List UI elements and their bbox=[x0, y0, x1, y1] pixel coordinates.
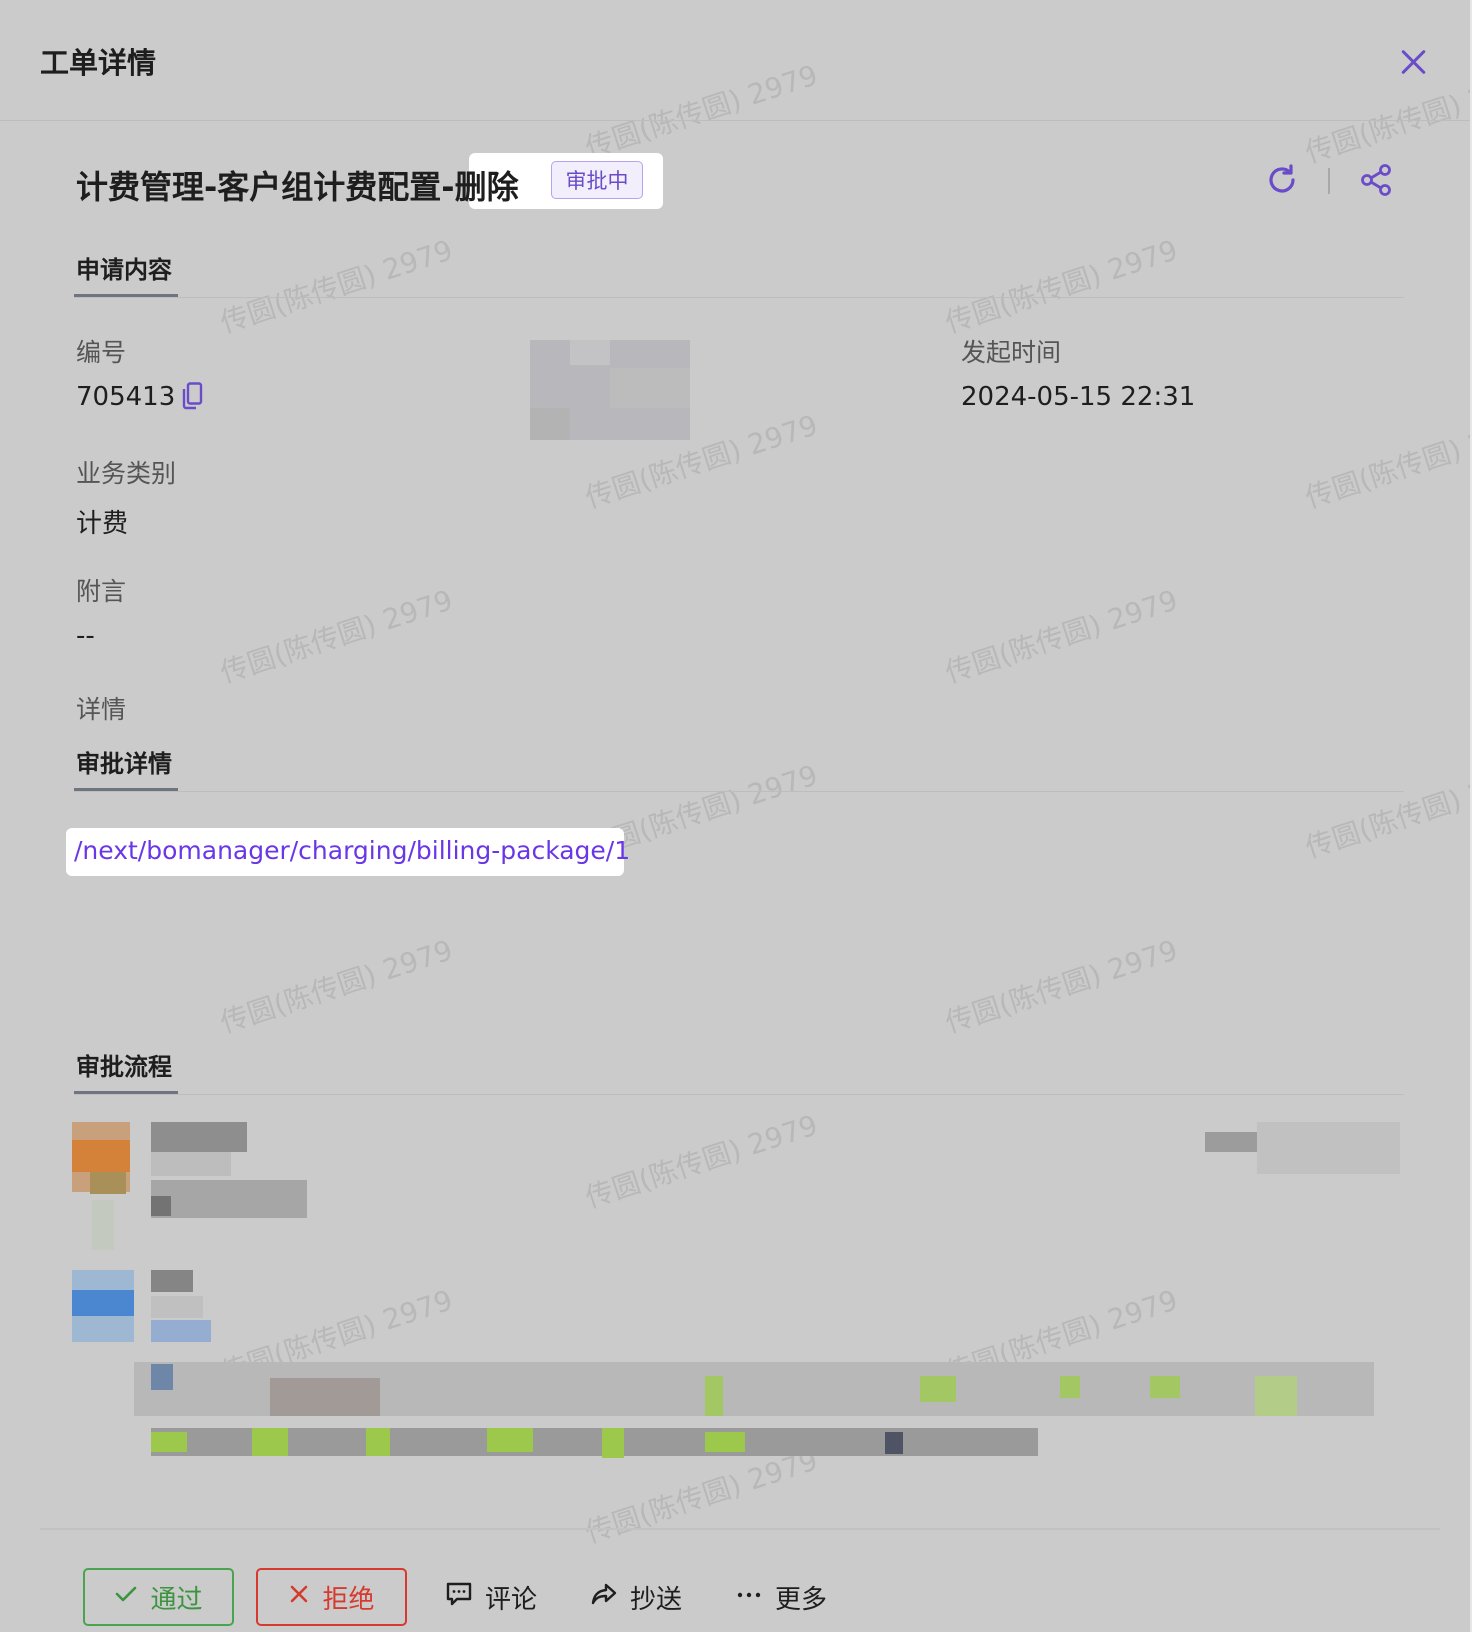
redacted-comment bbox=[920, 1376, 956, 1402]
copy-icon[interactable] bbox=[181, 382, 203, 410]
field-detail-label: 详情 bbox=[76, 695, 127, 724]
comment-label: 评论 bbox=[485, 1584, 538, 1615]
watermark: 传圆(陈传圆) 2979 bbox=[1301, 408, 1472, 515]
watermark: 传圆(陈传圆) 2979 bbox=[941, 583, 1182, 690]
divider bbox=[1328, 168, 1330, 194]
section-approval-detail-heading: 审批详情 bbox=[76, 750, 172, 778]
redacted-name bbox=[151, 1320, 211, 1342]
redacted-name bbox=[151, 1196, 171, 1216]
redacted-comment bbox=[151, 1432, 187, 1452]
cc-button[interactable]: 抄送 bbox=[590, 1568, 682, 1626]
redacted-applicant bbox=[610, 368, 690, 408]
redacted-comment bbox=[487, 1428, 533, 1452]
more-icon bbox=[735, 1581, 763, 1614]
redacted-name bbox=[151, 1296, 203, 1318]
ticket-detail-panel: 传圆(陈传圆) 2979 传圆(陈传圆) 2979 传圆(陈传圆) 2979 传… bbox=[0, 0, 1472, 1632]
forward-icon bbox=[590, 1581, 618, 1614]
share-icon[interactable] bbox=[1358, 162, 1394, 198]
field-note-label: 附言 bbox=[76, 577, 127, 606]
comment-button[interactable]: 评论 bbox=[445, 1568, 537, 1626]
reject-button[interactable]: 拒绝 bbox=[256, 1568, 407, 1626]
redacted-time bbox=[1205, 1132, 1257, 1152]
redacted-comment bbox=[1150, 1376, 1180, 1398]
redacted-comment bbox=[151, 1364, 173, 1390]
field-category-label: 业务类别 bbox=[76, 459, 177, 488]
field-id-label: 编号 bbox=[76, 338, 127, 367]
panel-title: 工单详情 bbox=[40, 46, 157, 80]
redacted-comment bbox=[1255, 1376, 1297, 1416]
watermark: 传圆(陈传圆) 2979 bbox=[941, 933, 1182, 1040]
close-icon bbox=[288, 1582, 310, 1612]
redacted-avatar bbox=[72, 1140, 130, 1172]
comment-icon bbox=[445, 1581, 473, 1614]
redacted-comment bbox=[270, 1378, 380, 1416]
check-icon bbox=[114, 1582, 138, 1613]
watermark: 传圆(陈传圆) 2979 bbox=[216, 933, 457, 1040]
field-time-label: 发起时间 bbox=[961, 338, 1062, 367]
panel-header: 工单详情 bbox=[0, 0, 1470, 121]
section-rule bbox=[74, 1094, 1404, 1095]
approve-button[interactable]: 通过 bbox=[83, 1568, 234, 1626]
watermark: 传圆(陈传圆) 2979 bbox=[1301, 758, 1472, 865]
redacted-comment bbox=[366, 1428, 390, 1456]
redacted-connector bbox=[92, 1200, 114, 1250]
redacted-name bbox=[151, 1122, 247, 1152]
reject-label: 拒绝 bbox=[322, 1584, 375, 1615]
refresh-icon[interactable] bbox=[1264, 162, 1300, 198]
redacted-comment bbox=[1060, 1376, 1080, 1398]
redacted-name bbox=[151, 1180, 307, 1218]
more-button[interactable]: 更多 bbox=[735, 1568, 827, 1626]
status-badge: 审批中 bbox=[551, 161, 643, 199]
field-id-value: 705413 bbox=[76, 382, 176, 412]
more-label: 更多 bbox=[775, 1584, 828, 1615]
redacted-name bbox=[151, 1270, 193, 1292]
redacted-name bbox=[151, 1152, 231, 1176]
close-icon[interactable] bbox=[1395, 44, 1431, 80]
redacted-comment bbox=[705, 1432, 745, 1452]
section-rule bbox=[74, 297, 1404, 298]
field-category-value: 计费 bbox=[76, 509, 129, 539]
watermark: 传圆(陈传圆) 2979 bbox=[581, 1108, 822, 1215]
redacted-applicant bbox=[530, 408, 570, 440]
section-approval-flow-heading: 审批流程 bbox=[76, 1053, 172, 1081]
field-note-value: -- bbox=[76, 621, 95, 651]
redacted-comment bbox=[252, 1428, 288, 1456]
watermark: 传圆(陈传圆) 2979 bbox=[941, 233, 1182, 340]
cc-label: 抄送 bbox=[630, 1584, 683, 1615]
ticket-title: 计费管理-客户组计费配置-删除 bbox=[76, 168, 519, 206]
detail-link[interactable]: /next/bomanager/charging/billing-package… bbox=[74, 828, 630, 874]
redacted-comment bbox=[602, 1428, 624, 1458]
redacted-comment bbox=[885, 1432, 903, 1454]
redacted-time bbox=[1257, 1122, 1400, 1174]
approve-label: 通过 bbox=[150, 1584, 203, 1615]
watermark: 传圆(陈传圆) 2979 bbox=[216, 583, 457, 690]
footer-divider bbox=[40, 1528, 1440, 1530]
field-time-value: 2024-05-15 22:31 bbox=[961, 382, 1196, 412]
section-application-heading: 申请内容 bbox=[76, 256, 172, 284]
redacted-avatar bbox=[72, 1290, 134, 1316]
redacted-applicant bbox=[570, 340, 610, 365]
redacted-comment bbox=[705, 1376, 723, 1416]
section-rule bbox=[74, 791, 1404, 792]
redacted-avatar bbox=[90, 1172, 126, 1194]
watermark: 传圆(陈传圆) 2979 bbox=[216, 233, 457, 340]
